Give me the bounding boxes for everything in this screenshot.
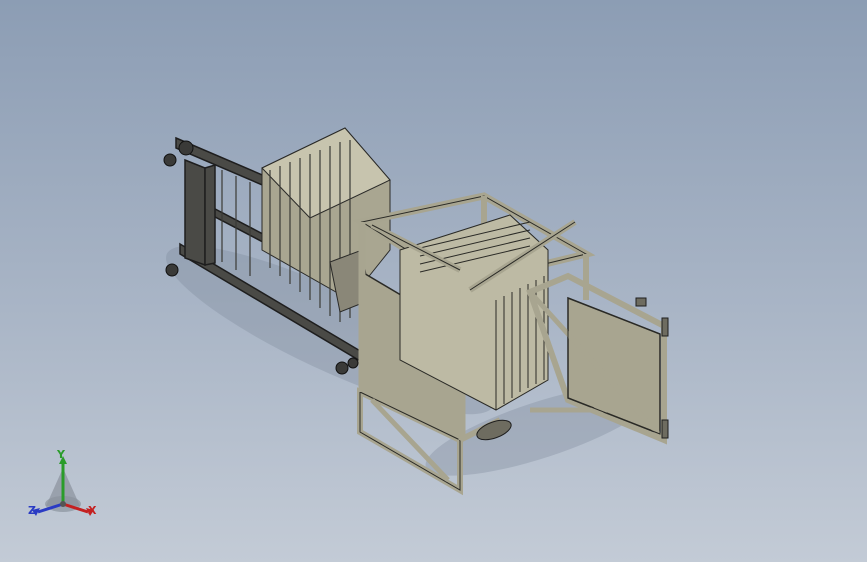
coordinate-triad: Y X Z [26,448,106,528]
z-axis-label: Z [28,504,36,517]
graphics-viewport[interactable]: Y X Z [0,0,867,562]
x-axis-label: X [88,504,97,517]
3d-model-assembly[interactable] [0,0,867,562]
y-axis-label: Y [57,448,65,461]
